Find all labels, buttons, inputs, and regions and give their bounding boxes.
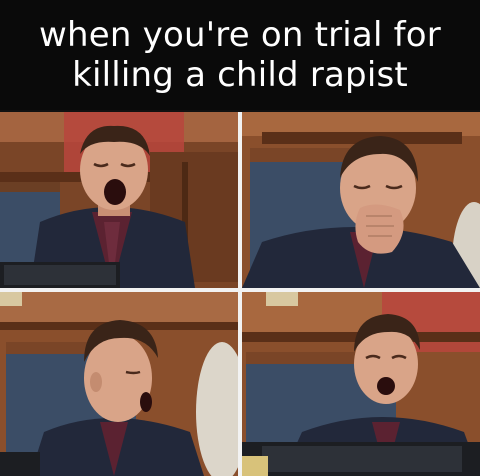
meme-image: when you're on trial for killing a child… [0, 0, 480, 476]
caption-line-2: killing a child rapist [72, 55, 408, 95]
photo-panel-yawn-half [242, 292, 480, 476]
caption-bar: when you're on trial for killing a child… [0, 0, 480, 110]
photo-panel-yawn-front [0, 112, 238, 288]
photo-panel-yawn-hand [242, 112, 480, 288]
caption-line-1: when you're on trial for [39, 15, 441, 55]
panel-divider-horizontal [0, 288, 480, 292]
photo-grid [0, 112, 480, 476]
photo-panel-yawn-profile [0, 292, 238, 476]
panel-divider-vertical [238, 112, 242, 476]
